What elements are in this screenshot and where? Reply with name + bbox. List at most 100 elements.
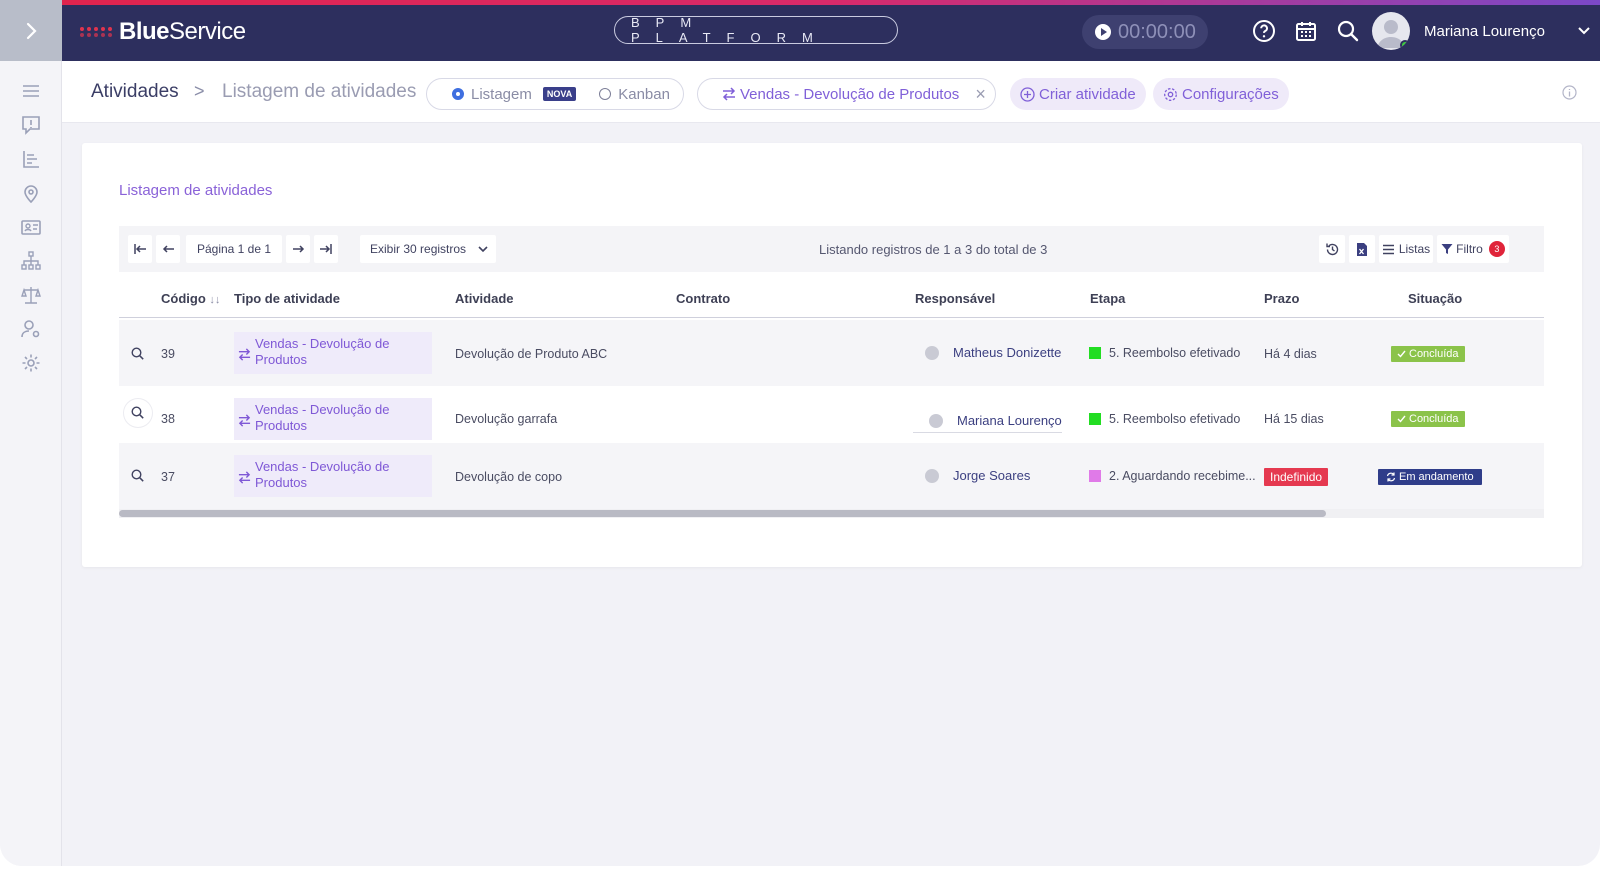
view-details-search-icon[interactable] [131,347,144,360]
view-details-button[interactable] [124,399,152,427]
column-header-codigo[interactable]: Código ↓↓ [161,291,220,306]
breadcrumb-separator: > [194,81,205,101]
card-title: Listagem de atividades [119,182,273,199]
column-header-atividade[interactable]: Atividade [455,291,514,306]
cell-tipo-link[interactable]: Vendas - Devolução de Produtos [234,455,432,497]
brand-name-light: Service [169,18,246,45]
cell-responsavel-name: Mariana Lourenço [957,413,1062,428]
cell-etapa: 5. Reembolso efetivado [1089,346,1240,360]
cell-atividade: Devolução de Produto ABC [455,347,608,361]
cell-tipo-label: Vendas - Devolução de Produtos [255,402,390,433]
brand-logo[interactable]: BlueService [80,18,246,46]
export-excel-button[interactable] [1349,235,1375,263]
cell-prazo: Há 4 dias [1264,347,1317,361]
next-page-button[interactable] [286,235,310,263]
menu-icon[interactable] [21,81,41,101]
cell-etapa-label: 2. Aguardando recebime... [1109,469,1256,483]
help-circle-icon[interactable] [1252,19,1276,43]
swap-arrows-icon [238,471,251,484]
timer-value: 00:00:00 [1118,20,1196,43]
sync-icon [1386,472,1396,482]
filter-count-badge: 3 [1488,241,1505,257]
lists-button[interactable]: Listas [1379,235,1433,263]
status-badge: Concluída [1391,346,1465,362]
cell-etapa: 5. Reembolso efetivado [1089,412,1240,426]
swap-arrows-icon [238,348,251,361]
user-avatar-icon [925,468,939,483]
cell-codigo: 38 [161,412,175,426]
list-icon [1382,244,1394,254]
first-page-button[interactable] [128,235,152,263]
cell-atividade: Devolução de copo [455,470,563,484]
listagem-radio[interactable] [452,88,464,100]
cell-tipo-link[interactable]: Vendas - Devolução de Produtos [234,332,432,374]
cell-etapa: 2. Aguardando recebime... [1089,469,1256,483]
user-avatar-icon [929,413,943,428]
info-icon[interactable] [1562,85,1577,100]
cell-etapa-label: 5. Reembolso efetivado [1109,346,1241,360]
cell-tipo-link[interactable]: Vendas - Devolução de Produtos [234,398,432,440]
check-icon [1397,350,1406,358]
kanban-radio[interactable] [599,88,612,100]
create-activity-button[interactable]: Criar atividade [1010,78,1146,110]
history-button[interactable] [1319,235,1345,263]
create-activity-label: Criar atividade [1039,85,1136,103]
filter-label: Filtro [1456,242,1483,256]
listagem-label[interactable]: Listagem [471,86,532,103]
column-header-responsavel[interactable]: Responsável [915,291,995,306]
timer-widget[interactable]: 00:00:00 [1082,15,1208,49]
cell-tipo-label: Vendas - Devolução de Produtos [255,459,390,490]
activity-type-filter-chip[interactable]: Vendas - Devolução de Produtos × [697,78,996,110]
last-page-button[interactable] [314,235,338,263]
app-frame: BlueService BPM PLATFORM 00:00:00 Marian… [0,0,1600,866]
column-header-contrato[interactable]: Contrato [676,291,730,306]
hierarchy-icon[interactable] [21,251,41,271]
id-card-icon[interactable] [21,217,41,237]
sidebar-toggle-button[interactable] [0,0,62,61]
scale-icon[interactable] [21,285,41,305]
kanban-label[interactable]: Kanban [618,86,670,103]
cell-responsavel[interactable]: Jorge Soares [925,468,1030,483]
check-icon [1397,415,1406,423]
column-header-etapa[interactable]: Etapa [1090,291,1125,306]
sidebar [0,61,62,866]
column-header-situacao[interactable]: Situação [1408,291,1462,306]
filter-icon [1441,244,1453,254]
table-row[interactable]: 39 Vendas - Devolução de Produtos Devolu… [119,320,1544,386]
user-settings-icon[interactable] [21,319,41,339]
table-row[interactable]: 37 Vendas - Devolução de Produtos Devolu… [119,443,1544,509]
location-pin-icon[interactable] [21,183,41,203]
search-icon[interactable] [1336,19,1360,43]
list-chart-icon[interactable] [21,149,41,169]
chevron-down-icon[interactable] [1577,26,1591,36]
filter-chip-label: Vendas - Devolução de Produtos [740,85,960,103]
column-header-tipo[interactable]: Tipo de atividade [234,291,340,306]
sort-indicator-icon: ↓↓ [209,294,221,306]
breadcrumb-root[interactable]: Atividades [91,81,179,103]
column-header-prazo[interactable]: Prazo [1264,291,1299,306]
view-toggle: Listagem NOVA Kanban [426,78,684,110]
alert-message-icon[interactable] [21,115,41,135]
calendar-icon[interactable] [1294,19,1318,43]
previous-page-button[interactable] [156,235,180,263]
horizontal-scrollbar[interactable] [119,509,1544,518]
lists-label: Listas [1398,242,1431,256]
close-icon[interactable]: × [975,84,986,105]
platform-label: BPM PLATFORM [614,15,898,45]
cell-responsavel[interactable]: Matheus Donizette [925,345,1061,360]
page-indicator: Página 1 de 1 [186,235,282,263]
online-status-dot [1400,40,1410,50]
user-name: Mariana Lourenço [1424,22,1545,40]
filter-button[interactable]: Filtro 3 [1437,235,1509,263]
user-menu[interactable]: Mariana Lourenço [1372,12,1591,50]
stage-color-square [1089,413,1101,425]
gear-icon[interactable] [21,353,41,373]
bottom-margin [0,866,1600,876]
cell-responsavel[interactable]: Mariana Lourenço [913,413,1062,433]
settings-button[interactable]: Configurações [1153,78,1289,110]
user-avatar-icon [925,345,939,360]
view-details-search-icon[interactable] [131,469,144,482]
page-size-select[interactable]: Exibir 30 registros [360,235,496,263]
scrollbar-thumb[interactable] [119,510,1326,517]
history-icon [1325,243,1338,255]
